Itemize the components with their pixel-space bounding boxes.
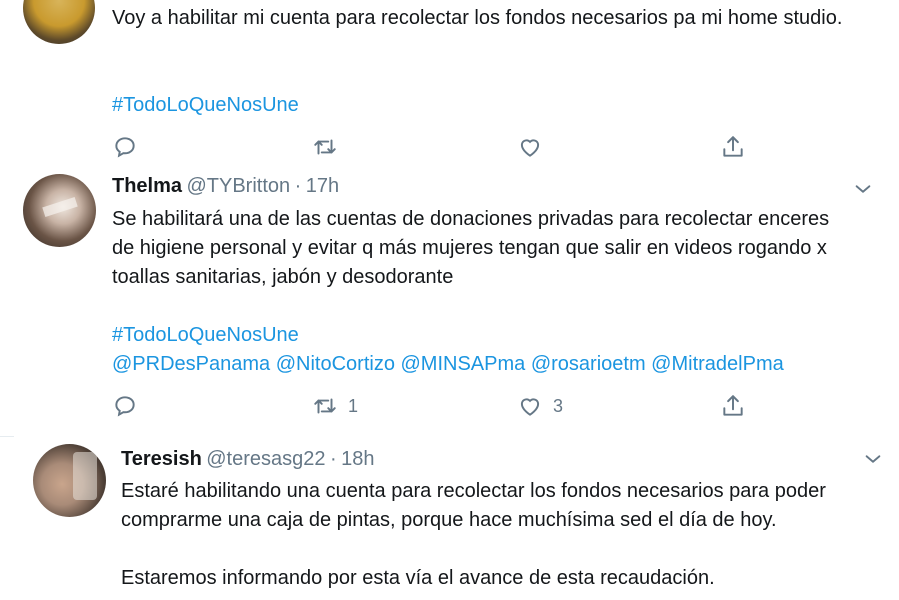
- reply-button[interactable]: [112, 134, 138, 160]
- tweet-header: Teresish @teresasg22 · 18h: [121, 448, 374, 471]
- user-handle[interactable]: @teresasg22: [206, 448, 325, 470]
- avatar[interactable]: [23, 0, 95, 44]
- chevron-down-icon: [855, 185, 871, 193]
- reply-icon: [115, 137, 135, 158]
- tweet-text: Estaré habilitando una cuenta para recol…: [121, 480, 832, 531]
- tweet-actions: 1 3: [112, 393, 762, 425]
- like-icon: [520, 139, 540, 157]
- user-handle[interactable]: @TYBritton: [186, 175, 290, 197]
- mention-link[interactable]: @rosarioetm: [531, 353, 646, 375]
- mention-link[interactable]: @MINSAPma: [401, 353, 526, 375]
- tweet-time[interactable]: 17h: [306, 175, 339, 197]
- share-button[interactable]: [720, 134, 746, 160]
- user-name[interactable]: Teresish: [121, 448, 202, 470]
- tweet-text: Voy a habilitar mi cuenta para recolecta…: [112, 7, 843, 29]
- tweet-actions: [112, 132, 762, 164]
- like-icon: [520, 398, 540, 416]
- chevron-down-icon: [865, 455, 881, 463]
- share-button[interactable]: [720, 393, 746, 419]
- tweet-time[interactable]: 18h: [341, 448, 374, 470]
- tweet-text-continued: Estaremos informando por esta vía el ava…: [121, 567, 715, 589]
- dot-separator: ·: [294, 175, 302, 197]
- more-options-button[interactable]: [852, 178, 874, 205]
- retweet-button[interactable]: 1: [312, 393, 358, 419]
- mention-link[interactable]: @NitoCortizo: [276, 353, 395, 375]
- hashtag-link[interactable]: #TodoLoQueNosUne: [112, 91, 299, 120]
- avatar[interactable]: [33, 444, 106, 517]
- like-button[interactable]: 3: [517, 393, 563, 419]
- retweet-count: 1: [348, 395, 359, 416]
- like-count: 3: [553, 395, 564, 416]
- more-options-button[interactable]: [862, 448, 884, 475]
- mention-link[interactable]: @PRDesPanama: [112, 353, 270, 375]
- retweet-icon: [314, 398, 336, 414]
- tweet-1[interactable]: Voy a habilitar mi cuenta para recolecta…: [0, 0, 899, 170]
- avatar[interactable]: [23, 174, 96, 247]
- retweet-icon: [314, 139, 336, 155]
- mention-link[interactable]: @MitradelPma: [651, 353, 784, 375]
- dot-separator: ·: [329, 448, 337, 470]
- user-name[interactable]: Thelma: [112, 175, 182, 197]
- retweet-button[interactable]: [312, 134, 338, 160]
- tweet-2[interactable]: Thelma @TYBritton · 17h Se habilitará un…: [0, 170, 899, 435]
- tweet-3[interactable]: Teresish @teresasg22 · 18h Estaré habili…: [0, 437, 899, 600]
- reply-button[interactable]: [112, 393, 138, 419]
- reply-icon: [115, 396, 135, 417]
- share-icon: [723, 395, 743, 416]
- tweet-header: Thelma @TYBritton · 17h: [112, 175, 339, 198]
- hashtag-link[interactable]: #TodoLoQueNosUne: [112, 321, 299, 350]
- mentions-line: @PRDesPanama @NitoCortizo @MINSAPma @ros…: [112, 350, 784, 379]
- share-icon: [723, 136, 743, 157]
- like-button[interactable]: [517, 134, 543, 160]
- tweet-text: Se habilitará una de las cuentas de dona…: [112, 208, 835, 288]
